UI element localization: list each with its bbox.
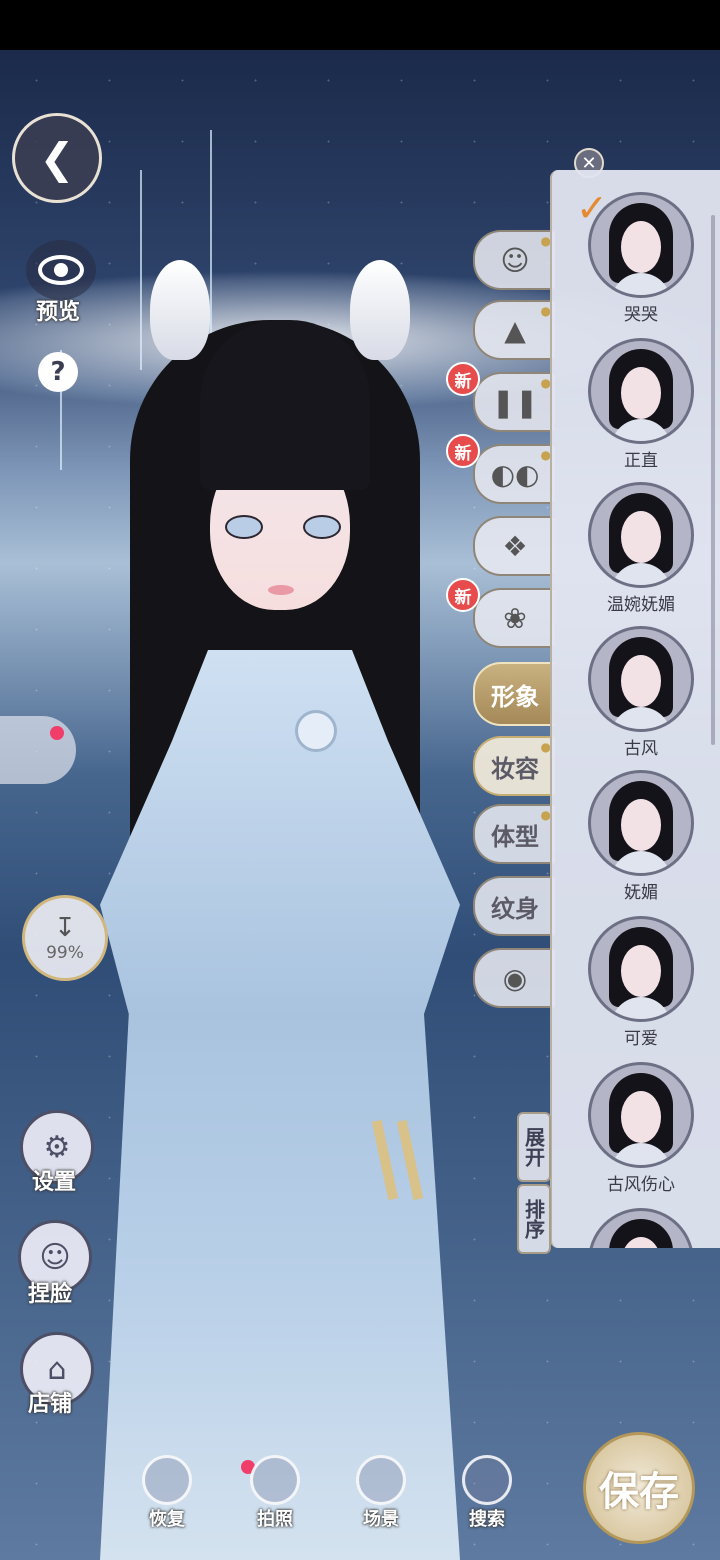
restore-button[interactable]: 恢复 (132, 1455, 202, 1531)
preview-label: 预览 (36, 299, 81, 325)
tab-tattoo[interactable]: 纹身 (473, 876, 555, 936)
new-badge: 新 (446, 362, 480, 396)
pinch-face-label: 捏脸 (28, 1281, 73, 1307)
character-brooch (295, 710, 337, 752)
sort-button[interactable]: 排序 (517, 1184, 551, 1254)
character-lips (268, 585, 294, 595)
chat-bubble-button[interactable] (0, 716, 76, 784)
tab-tattoo-label: 纹身 (491, 893, 539, 923)
shoes-icon: ◐◐ (490, 457, 540, 491)
preview-button[interactable] (26, 240, 96, 300)
character-ear-right (350, 260, 410, 360)
new-badge: 新 (446, 434, 480, 468)
bell-icon: ❖ (502, 529, 528, 563)
notification-dot (50, 726, 64, 740)
scene-label: 场景 (363, 1509, 399, 1530)
tab-makeup-label: 妆容 (491, 753, 539, 783)
save-button[interactable]: 保存 (583, 1432, 695, 1544)
preset-name: 古风伤心 (607, 1175, 675, 1195)
preset-avatar (588, 1062, 694, 1168)
character-model[interactable] (60, 260, 480, 1560)
help-icon: ? (50, 357, 66, 387)
top-garment-icon: ▲ (504, 313, 526, 347)
character-ear-left (150, 260, 210, 360)
scene-icon (356, 1455, 406, 1505)
preset-avatar (588, 916, 694, 1022)
settings-icon: ⚙ (43, 1129, 71, 1165)
settings-label: 设置 (32, 1169, 77, 1195)
preset-item[interactable]: 古风伤心 (586, 1062, 696, 1195)
tab-shoes[interactable]: ◐◐ ● (473, 444, 555, 504)
shop-icon: ⌂ (47, 1351, 67, 1387)
expand-button[interactable]: 展开 (517, 1112, 551, 1182)
back-button[interactable]: ❮ (12, 113, 102, 203)
character-bangs (200, 320, 370, 490)
preset-name: 可爱 (624, 1029, 658, 1049)
preset-avatar (588, 338, 694, 444)
checkmark-icon: ✓ (576, 186, 608, 230)
tab-top[interactable]: ▲ ● (473, 300, 555, 360)
preset-avatar (588, 482, 694, 588)
tab-appearance[interactable]: 形象 (473, 662, 555, 726)
save-label: 保存 (599, 1468, 679, 1515)
search-label: 搜索 (469, 1509, 505, 1530)
tab-socks[interactable]: ❚❚ ● (473, 372, 555, 432)
download-progress: 99% (46, 943, 84, 963)
new-badge: 新 (446, 578, 480, 612)
preset-item[interactable]: 温婉妩媚 (586, 482, 696, 615)
status-bar (0, 0, 720, 50)
character-eye-right (303, 515, 341, 539)
photo-button[interactable]: 拍照 (240, 1455, 310, 1531)
preset-item[interactable]: 古风 (586, 626, 696, 759)
preset-name: 温婉妩媚 (607, 595, 675, 615)
preset-name: 古风 (624, 739, 658, 759)
restore-icon (142, 1455, 192, 1505)
tab-ornament[interactable]: ❀ (473, 588, 555, 648)
face-icon: ☺ (39, 1239, 71, 1275)
hair-icon: ☺ (500, 243, 530, 277)
tab-hairstyle[interactable]: ☺ ● (473, 230, 555, 290)
preset-item[interactable]: 妩媚 (586, 770, 696, 903)
makeup-preset-panel: ✓ 哭哭 正直 温婉妩媚 古风 妩媚 可爱 古风伤心 (550, 170, 720, 1248)
tab-body[interactable]: 体型 ● (473, 804, 555, 864)
style-icon: ◉ (502, 961, 528, 995)
preset-avatar (588, 770, 694, 876)
photo-label: 拍照 (257, 1509, 293, 1530)
download-button[interactable]: ↧ 99% (22, 895, 108, 981)
ornament-icon: ❀ (503, 601, 527, 635)
preset-name: 正直 (624, 451, 658, 471)
camera-icon (250, 1455, 300, 1505)
shop-label: 店铺 (28, 1391, 73, 1417)
character-eye-left (225, 515, 263, 539)
preset-item[interactable] (586, 1208, 696, 1248)
tab-body-label: 体型 (491, 821, 539, 851)
download-icon: ↧ (54, 913, 76, 943)
tab-makeup[interactable]: 妆容 ● (473, 736, 555, 796)
tab-style[interactable]: ◉ (473, 948, 555, 1008)
character-dress (100, 650, 460, 1560)
restore-label: 恢复 (149, 1509, 185, 1530)
socks-icon: ❚❚ (491, 385, 539, 419)
preset-item[interactable]: ✓ 哭哭 (576, 186, 696, 325)
butterfly-back-icon: ❮ (39, 133, 75, 183)
preset-avatar (588, 1208, 694, 1248)
preset-item[interactable]: 可爱 (586, 916, 696, 1049)
eye-icon (38, 255, 84, 285)
tab-accessory[interactable]: ❖ (473, 516, 555, 576)
search-button[interactable]: 搜索 (452, 1455, 522, 1531)
preset-avatar (588, 626, 694, 732)
scene-button[interactable]: 场景 (346, 1455, 416, 1531)
tab-appearance-label: 形象 (491, 681, 539, 711)
preset-name: 妩媚 (624, 883, 658, 903)
help-button[interactable]: ? (38, 352, 78, 392)
preset-item[interactable]: 正直 (586, 338, 696, 471)
preset-name: 哭哭 (624, 305, 658, 325)
panel-scrollbar[interactable] (711, 215, 715, 745)
search-icon (462, 1455, 512, 1505)
